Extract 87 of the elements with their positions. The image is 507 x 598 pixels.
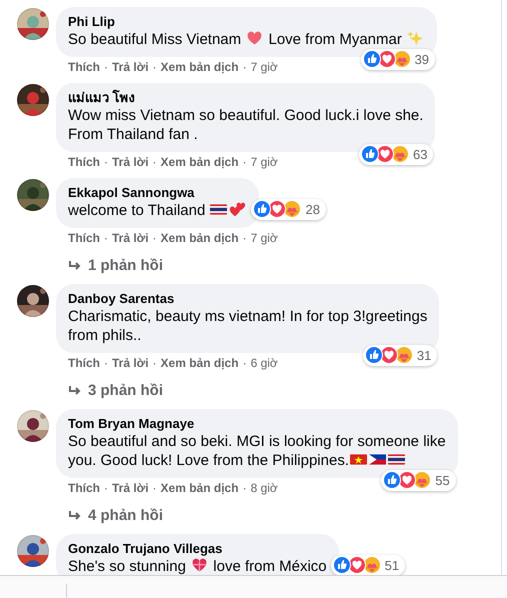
comment-time: 8 giờ [250,480,278,496]
love-reaction-icon [376,145,394,164]
view-replies-link[interactable]: 3 phản hồi [68,381,163,401]
comment-text: you. Good luck! Love from the Philippines. [68,452,349,469]
commenter-name[interactable]: Gonzalo Trujano Villegas [68,541,327,557]
comment-time: 7 giờ [250,59,278,75]
action-link[interactable]: Thích [68,355,100,371]
separator-dot: · [242,480,247,496]
comment-text: Charismatic, beauty ms vietnam! In for top 3!greetings from phils.. [68,308,428,344]
reactions-pill[interactable]: 63 [358,144,434,165]
care-reaction-icon [392,50,411,68]
reply-arrow-icon [68,385,82,397]
separator-dot: · [104,355,108,371]
care-reaction-icon [390,145,409,164]
love-reaction-icon [378,50,396,68]
action-link[interactable]: Trả lời [112,355,149,371]
separator-dot: · [152,355,157,371]
commenter-name[interactable]: Danboy Sarentas [68,291,428,307]
action-link[interactable]: Xem bản dịch [160,480,239,496]
care-reaction-icon [283,200,302,218]
separator-dot: · [104,480,108,496]
reaction-count: 39 [414,50,430,68]
separator-dot: · [242,355,247,371]
comment-text: Wow miss Vietnam so beautiful. Good luck.i love she. From Thailand fan . [68,107,424,143]
separator-dot: · [152,480,157,496]
action-link[interactable]: Xem bản dịch [160,230,239,246]
reactions-pill[interactable]: 31 [362,344,438,366]
comment-time: 6 giờ [250,355,278,371]
comment-text: love from México [212,558,327,575]
sparkles-icon [407,30,424,47]
comment-text: So beautiful Miss Vietnam [68,31,242,48]
action-link[interactable]: Trả lời [112,230,149,246]
love-reaction-icon [380,346,398,364]
reactions-pill[interactable]: 39 [360,48,436,70]
reaction-count: 31 [416,346,432,364]
comment-text: So beautiful and so beki. MGI is looking for someone like [68,433,446,450]
heart-icon [246,30,264,47]
reactions-pill[interactable]: 28 [251,198,326,220]
reaction-count: 63 [412,146,428,164]
commenter-name[interactable]: แม่แมว โพง [68,90,424,106]
reactions-pill[interactable]: 55 [381,470,456,491]
comment-time: 7 giờ [250,230,278,246]
comment-text: Love from Myanmar [267,31,403,48]
separator-dot: · [242,59,247,75]
separator-dot: · [152,59,157,75]
like-reaction-icon [253,200,272,218]
action-link[interactable]: Trả lời [112,480,149,496]
action-link[interactable]: Xem bản dịch [160,154,239,170]
separator-dot: · [152,154,157,170]
reaction-count: 28 [305,200,320,218]
reaction-count: 55 [435,472,450,490]
reply-arrow-icon [68,510,82,522]
love-reaction-icon [268,200,286,218]
separator-dot: · [152,230,157,246]
separator-dot: · [242,230,247,246]
care-reaction-icon [413,471,432,490]
comment-text: She's so stunning [68,558,187,575]
commenter-name[interactable]: Ekkapol Sannongwa [68,185,248,201]
action-link[interactable]: Thích [68,480,100,496]
heart-icon [191,557,208,574]
like-reaction-icon [383,471,402,490]
view-replies-link[interactable]: 1 phản hồi [68,256,163,276]
like-reaction-icon [362,50,381,68]
view-replies-link[interactable]: 4 phản hồi [68,506,163,526]
care-reaction-icon [394,346,413,364]
like-reaction-icon [360,145,379,164]
hearts-icon [229,201,246,218]
love-reaction-icon [398,471,416,490]
like-reaction-icon [364,346,383,364]
reply-arrow-icon [68,260,82,272]
reaction-count: 51 [384,556,400,574]
comment-text: welcome to Thailand [68,202,206,219]
comment-time: 7 giờ [250,154,278,170]
separator-dot: · [104,59,108,75]
action-link[interactable]: Thích [68,154,100,170]
action-link[interactable]: Thích [68,230,100,246]
action-link[interactable]: Trả lời [112,59,149,75]
reactions-pill[interactable]: 51 [330,554,406,575]
separator-dot: · [104,230,108,246]
action-link[interactable]: Thích [68,59,100,75]
action-link[interactable]: Trả lời [112,154,149,170]
commenter-name[interactable]: Tom Bryan Magnaye [68,416,446,432]
separator-dot: · [104,154,108,170]
action-link[interactable]: Xem bản dịch [160,59,239,75]
action-link[interactable]: Xem bản dịch [160,355,239,371]
separator-dot: · [242,154,247,170]
commenter-name[interactable]: Phi Llip [68,14,426,30]
